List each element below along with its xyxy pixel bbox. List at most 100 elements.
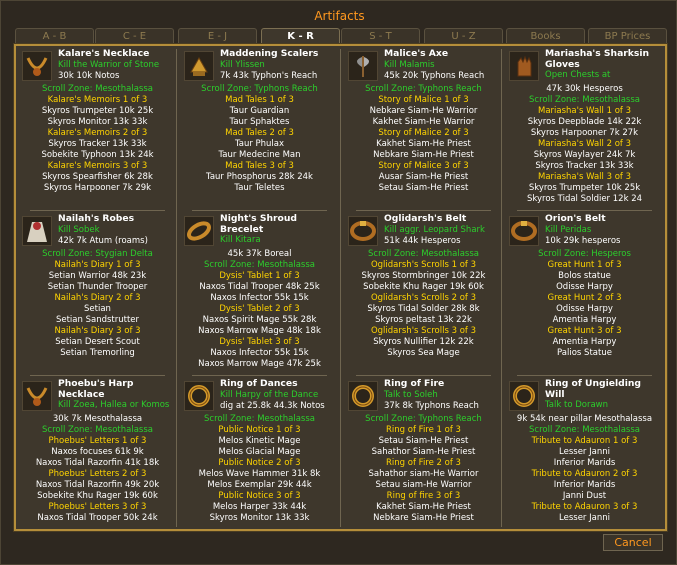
scroll-title: Ring of fire 3 of 3 [386,491,461,501]
mob-line: Melos Exemplar 29k 44k [207,480,312,490]
column-divider [501,49,502,527]
artifact-card: Phoebu's Harp Necklace Kill Zoea, Hallea … [20,379,175,539]
artifact-card: Night's Shroud Brecelet Kill Kitara 45k 37… [182,214,337,374]
artifact-details: Scroll Zone: Typhons Reach Ring of Fire 1… [346,414,501,524]
artifact-header: Nailah's Robes Kill Sobek 42k 7k Atum (roa… [58,214,175,247]
mob-line: Skyros Deepblade 14k 22k [527,117,642,127]
artifact-header: Ring of Dances Kill Harpy of the Dance dig… [220,379,337,412]
column-divider [176,49,177,527]
artifact-details: Scroll Zone: Mesothalassa Public Notice 1… [182,414,337,524]
tab-k-r[interactable]: K - R [261,28,340,45]
hint-line: Kill Ylissen [220,59,265,70]
mob-line: Lesser Janni [559,513,610,523]
artifact-details: 30k 7k Mesothalassa Scroll Zone: Mesothal… [20,414,175,524]
artifact-details: Scroll Zone: Stygian Delta Nailah's Diary… [20,249,175,359]
row-divider [30,210,165,211]
window-title: Artifacts [314,9,365,23]
mob-line: Skyros Monitor 13k 33k [47,117,148,127]
mob-line: Skyros Tidal Soldier 12k 24 [526,194,643,204]
scroll-title: Nailah's Diary 2 of 3 [54,293,141,303]
scroll-title: Kalare's Memoirs 1 of 3 [47,95,148,105]
hint-line: Kill Peridas [545,224,592,235]
artifact-name: Ring of Dances [220,379,298,389]
mob-line: 10k 29k hesperos [545,235,621,246]
mob-line: Inferior Marids [553,458,616,468]
mob-line: Skyros Trumpeter 10k 25k [41,106,154,116]
mob-line: Kakhet Siam-He Priest [376,502,471,512]
tab-a-b[interactable]: A - B [15,28,94,44]
belt-icon [348,216,378,246]
mob-line: 45k 20k Typhons Reach [384,70,485,81]
artifact-header: Oglidarsh's Belt Kill aggr. Leopard Shark… [384,214,501,247]
mob-line: Setian [84,304,111,314]
mob-line: Bolos statue [558,271,611,281]
tab-c-e[interactable]: C - E [95,28,174,44]
scroll-title: Dysis' Tablet 2 of 3 [219,304,300,314]
artifact-card: Oglidarsh's Belt Kill aggr. Leopard Shark… [346,214,501,374]
hint-line: Kill Zoea, Hallea or Komos [58,400,170,410]
mob-line: Skyros Trumpeter 10k 25k [528,183,641,193]
hint-line: Scroll Zone: Mesothalassa [529,425,640,435]
scroll-title: Oglidarsh's Scrolls 1 of 3 [370,260,477,270]
hint-line: Kill Sobek [58,224,100,235]
mob-line: Skyros Harpooner 7k 29k [43,183,152,193]
mob-line: Setian Sandstrutter [55,315,140,325]
mob-line: Skyros Harpooner 7k 27k [530,128,639,138]
mob-line: Naxos Tidal Trooper 50k 24k [37,513,158,523]
mob-line: 30k 7k Mesothalassa [52,414,143,424]
scroll-title: Kalare's Memoirs 2 of 3 [47,128,148,138]
tab-books[interactable]: Books [506,28,585,44]
tab-e-j[interactable]: E - J [178,28,257,44]
mob-line: Amentia Harpy [552,337,617,347]
artifact-name: Nailah's Robes [58,214,135,224]
tab-s-t[interactable]: S - T [341,28,420,44]
scroll-title: Dysis' Tablet 3 of 3 [219,337,300,347]
artifact-name: Phoebu's Harp Necklace [58,379,134,400]
mob-line: Skyros Stormbringer 10k 22k [361,271,486,281]
mob-line: Skyros Sea Mage [387,348,460,358]
scroll-title: Phoebus' Letters 1 of 3 [48,436,147,446]
artifact-header: Kalare's Necklace Kill the Warrior of Sto… [58,49,175,82]
hint-line: Kill the Warrior of Stone [58,59,160,70]
artifacts-window: Artifacts A - BC - EE - JK - RS - TU - Z… [0,0,677,565]
mob-line: Naxos Infector 55k 15k [210,348,309,358]
tab-bp-prices[interactable]: BP Prices [588,28,667,44]
artifact-name: Ring of Ungielding Will [545,379,641,400]
tab-u-z[interactable]: U - Z [424,28,503,44]
robes-icon [22,216,52,246]
artifact-card: Malice's Axe Kill Malamis 45k 20k Typhons … [346,49,501,209]
hint-line: Scroll Zone: Typhons Reach [365,414,482,424]
hint-line: Talk to Soleh [384,389,438,400]
scroll-title: Mariasha's Wall 1 of 3 [537,106,631,116]
mob-line: Ausar Siam-He Priest [378,172,469,182]
mob-line: 30k 10k Notos [58,70,120,81]
mob-line: Setau siam-He Warrior [375,480,472,490]
belt-icon [509,216,539,246]
hint-line: Scroll Zone: Mesothalassa [204,260,315,270]
hint-line: Scroll Zone: Typhons Reach [365,84,482,94]
mob-line: Odisse Harpy [556,304,613,314]
scroll-title: Dysis' Tablet 1 of 3 [219,271,300,281]
mob-line: Taur Teletes [234,183,285,193]
necklace-icon [22,51,52,81]
mob-line: Setian Desert Scout [55,337,140,347]
scroll-title: Mariasha's Wall 2 of 3 [537,139,631,149]
mob-line: Inferior Marids [553,480,616,490]
row-divider [356,210,491,211]
row-divider [356,375,491,376]
hint-line: Talk to Dorawn [545,400,609,410]
mob-line: Melos Kinetic Mage [218,436,301,446]
artifact-name: Kalare's Necklace [58,49,150,59]
scroll-title: Ring of Fire 1 of 3 [386,425,461,435]
artifact-header: Maddening Scalers Kill Ylissen 7k 43k Typh… [220,49,337,82]
artifact-details: Scroll Zone: Mesothalassa Oglidarsh's Scr… [346,249,501,359]
mob-line: 42k 7k Atum (roams) [58,235,148,246]
mob-line: Kakhet Siam-He Priest [376,139,471,149]
scroll-title: Ring of Fire 2 of 3 [386,458,461,468]
axe-icon [348,51,378,81]
cancel-button[interactable]: Cancel [603,534,663,551]
scroll-title: Great Hunt 1 of 3 [547,260,622,270]
scalers-icon [184,51,214,81]
mob-line: Naxos Tidal Razorfin 41k 18k [35,458,160,468]
scroll-title: Phoebus' Letters 3 of 3 [48,502,147,512]
